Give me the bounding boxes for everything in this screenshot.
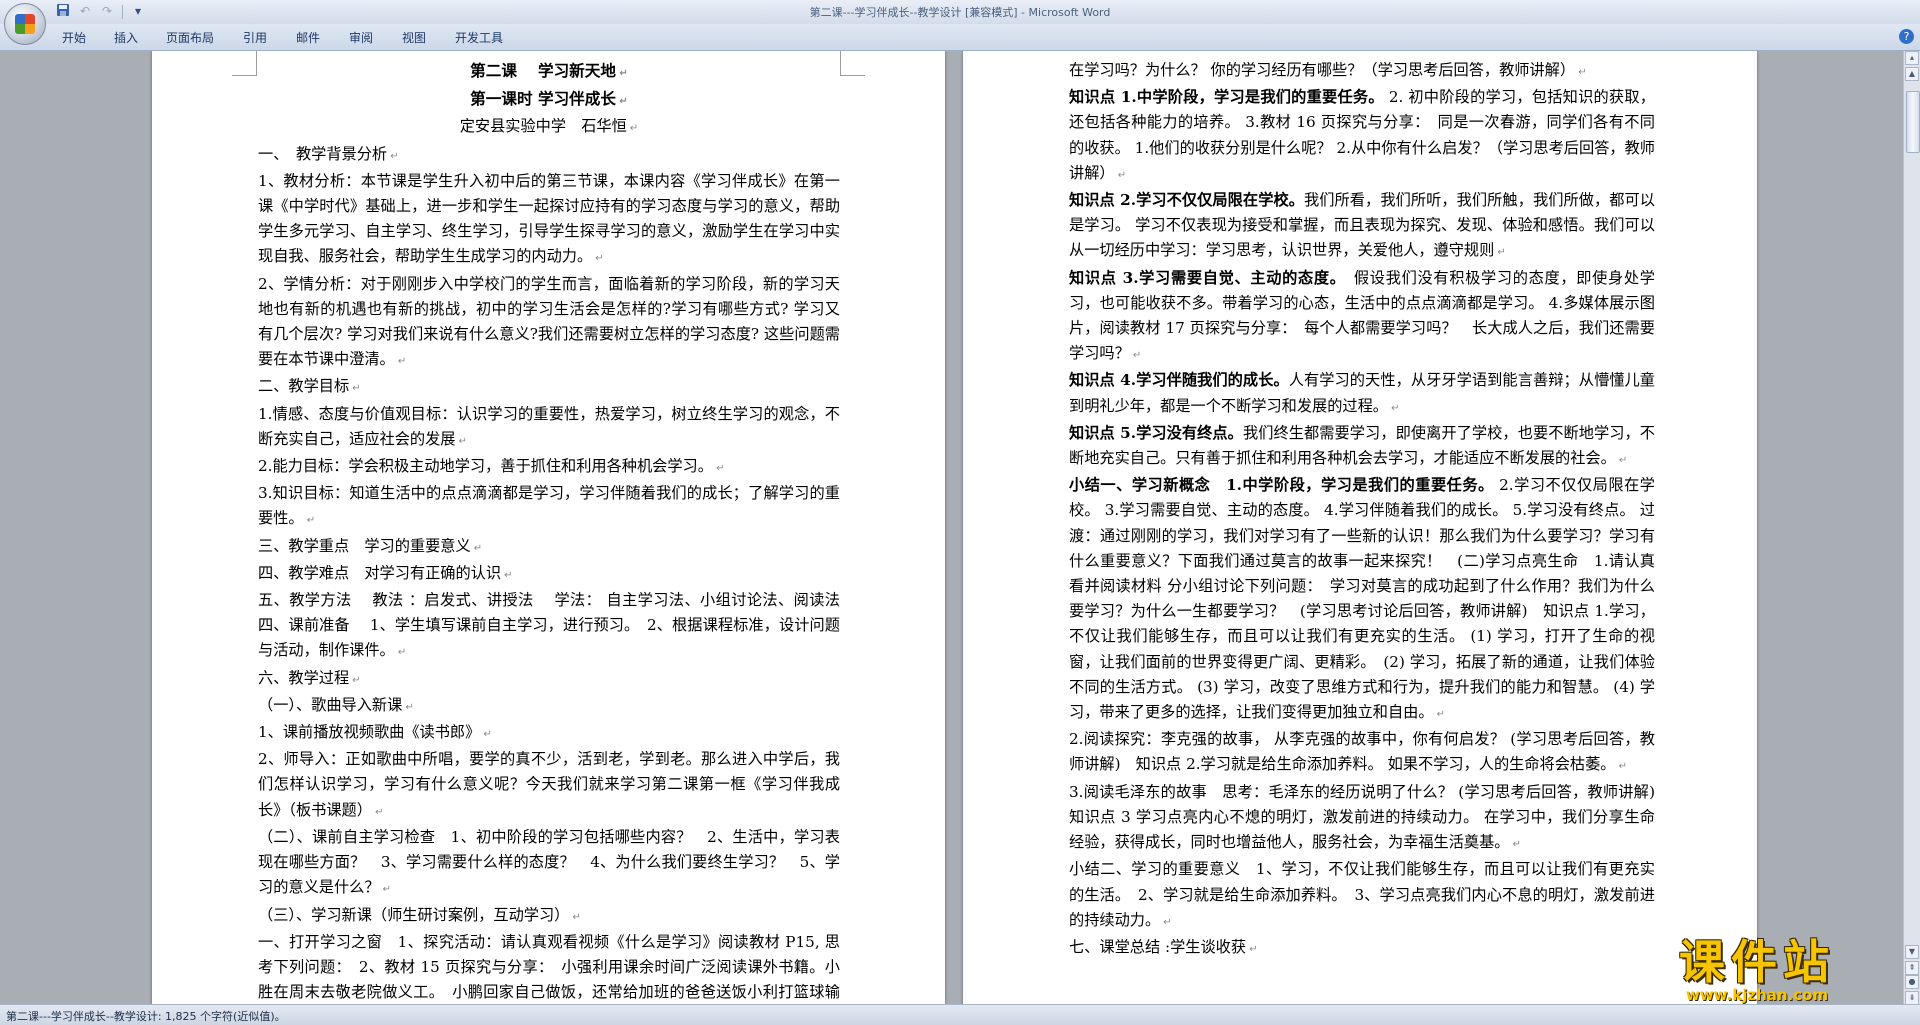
paragraph[interactable]: 1、课前播放视频歌曲《读书郎》 ↵ xyxy=(258,720,840,747)
status-bar: 第二课---学习伴成长--教学设计: 1,825 个字符(近似值)。 xyxy=(0,1004,1920,1025)
paragraph[interactable]: （二）、课前自主学习检查 1、初中阶段的学习包括哪些内容？ 2、生活中，学习表现… xyxy=(258,825,840,903)
help-icon[interactable]: ? xyxy=(1899,29,1914,44)
ribbon-tab-bar: 开始 插入 页面布局 引用 邮件 审阅 视图 开发工具 ? xyxy=(0,24,1920,51)
paragraph[interactable]: 知识点 5.学习没有终点。我们终生都需要学习，即使离开了学校，也要不断地学习，不… xyxy=(1069,421,1655,473)
tab-home[interactable]: 开始 xyxy=(62,29,86,46)
margin-corner-mark xyxy=(232,51,257,76)
paragraph[interactable]: 六、教学过程 ↵ xyxy=(258,666,840,693)
office-button[interactable] xyxy=(4,3,46,45)
page-left[interactable]: 第二课 学习新天地 ↵ 第一课时 学习伴成长 ↵ 定安县实验中学 石华恒 ↵ 一、 教… xyxy=(152,51,945,1005)
scroll-down-icon[interactable]: ▼ xyxy=(1905,945,1919,959)
vertical-scrollbar[interactable]: ▴ ▲ ▼ ⇞ ● ⇟ xyxy=(1903,51,1920,1005)
paragraph[interactable]: 2、师导入：正如歌曲中所唱，要学的真不少，活到老，学到老。那么进入中学后，我们怎… xyxy=(258,747,840,825)
paragraph[interactable]: 2.能力目标：学会积极主动地学习，善于抓住和利用各种机会学习。 ↵ xyxy=(258,454,840,481)
paragraph[interactable]: 知识点 3.学习需要自觉、主动的态度。 假设我们没有积极学习的态度，即使身处学习… xyxy=(1069,266,1655,369)
paragraph[interactable]: 第二课 学习新天地 ↵ xyxy=(258,58,840,86)
paragraph[interactable]: 2、学情分析：对于刚刚步入中学校门的学生而言，面临着新的学习阶段，新的学习天地也… xyxy=(258,272,840,375)
tab-view[interactable]: 视图 xyxy=(402,29,426,46)
paragraph[interactable]: 定安县实验中学 石华恒 ↵ xyxy=(258,114,840,141)
paragraph[interactable]: 在学习吗？为什么？ 你的学习经历有哪些？（学习思考后回答，教师讲解） ↵ xyxy=(1069,58,1655,85)
previous-page-icon[interactable]: ⇞ xyxy=(1905,961,1919,975)
ruler-toggle-icon[interactable]: ▴ xyxy=(1905,51,1919,65)
tab-mailings[interactable]: 邮件 xyxy=(296,29,320,46)
paragraph[interactable]: 知识点 2.学习不仅仅局限在学校。我们所看，我们所听，我们所触，我们所做，都可以… xyxy=(1069,188,1655,266)
paragraph[interactable]: 七、课堂总结 :学生谈收获 ↵ xyxy=(1069,935,1655,962)
document-area[interactable]: 第二课 学习新天地 ↵ 第一课时 学习伴成长 ↵ 定安县实验中学 石华恒 ↵ 一、 教… xyxy=(0,51,1904,1005)
page-right[interactable]: 在学习吗？为什么？ 你的学习经历有哪些？（学习思考后回答，教师讲解） ↵ 知识点 … xyxy=(963,51,1757,1005)
paragraph[interactable]: 2.阅读探究：李克强的故事， 从李克强的故事中，你有何启发？ (学习思考后回答，… xyxy=(1069,727,1655,779)
paragraph[interactable]: 一、 教学背景分析 ↵ xyxy=(258,142,840,169)
paragraph[interactable]: 小结一、学习新概念 1.中学阶段，学习是我们的重要任务。 2.学习不仅仅局限在学… xyxy=(1069,473,1655,727)
paragraph[interactable]: 知识点 1.中学阶段，学习是我们的重要任务。 2. 初中阶段的学习，包括知识的获… xyxy=(1069,85,1655,188)
paragraph[interactable]: 3.知识目标：知道生活中的点点滴滴都是学习，学习伴随着我们的成长；了解学习的重要… xyxy=(258,481,840,533)
status-text: 第二课---学习伴成长--教学设计: 1,825 个字符(近似值)。 xyxy=(6,1010,286,1023)
office-logo-icon xyxy=(15,14,35,34)
paragraph[interactable]: 知识点 4.学习伴随我们的成长。人有学习的天性，从牙牙学语到能言善辩；从懵懂儿童… xyxy=(1069,368,1655,420)
margin-corner-mark xyxy=(840,51,865,76)
next-page-icon[interactable]: ⇟ xyxy=(1905,991,1919,1005)
browse-object-icon[interactable]: ● xyxy=(1905,975,1919,989)
page-right-text[interactable]: 在学习吗？为什么？ 你的学习经历有哪些？（学习思考后回答，教师讲解） ↵ 知识点 … xyxy=(1069,58,1670,962)
window-title: 第二课---学习伴成长--教学设计 [兼容模式] - Microsoft Wor… xyxy=(809,6,1111,19)
paragraph[interactable]: 第一课时 学习伴成长 ↵ xyxy=(258,86,840,114)
paragraph[interactable]: （三）、学习新课（师生研讨案例，互动学习） ↵ xyxy=(258,903,840,930)
paragraph[interactable]: 三、教学重点 学习的重要意义 ↵ xyxy=(258,534,840,561)
paragraph[interactable]: 四、教学难点 对学习有正确的认识 ↵ xyxy=(258,561,840,588)
paragraph[interactable]: 1、教材分析：本节课是学生升入初中后的第三节课，本课内容《学习伴成长》在第一课《… xyxy=(258,169,840,272)
paragraph[interactable]: 3.阅读毛泽东的故事 思考：毛泽东的经历说明了什么？ (学习思考后回答，教师讲解… xyxy=(1069,780,1670,858)
paragraph[interactable]: 五、教学方法 教法 ：启发式、讲授法 学法： 自主学习法、小组讨论法、阅读法四、… xyxy=(258,588,840,666)
paragraph[interactable]: 二、教学目标 ↵ xyxy=(258,374,840,401)
scroll-thumb[interactable] xyxy=(1906,91,1920,153)
tab-review[interactable]: 审阅 xyxy=(349,29,373,46)
paragraph[interactable]: 小结二、学习的重要意义 1、学习，不仅让我们能够生存，而且可以让我们有更充实的生… xyxy=(1069,857,1655,935)
tab-insert[interactable]: 插入 xyxy=(114,29,138,46)
paragraph[interactable]: 一、打开学习之窗 1、探究活动：请认真观看视频《什么是学习》阅读教材 P15, … xyxy=(258,930,840,1005)
paragraph[interactable]: （一）、歌曲导入新课 ↵ xyxy=(258,693,840,720)
paragraph[interactable]: 1.情感、态度与价值观目标：认识学习的重要性，热爱学习，树立终生学习的观念，不断… xyxy=(258,402,840,454)
tab-page-layout[interactable]: 页面布局 xyxy=(166,29,214,46)
tab-references[interactable]: 引用 xyxy=(243,29,267,46)
scroll-up-icon[interactable]: ▲ xyxy=(1905,67,1919,81)
title-bar: ↶ ↷ ▾ 第二课---学习伴成长--教学设计 [兼容模式] - Microso… xyxy=(0,0,1920,25)
page-left-text[interactable]: 第二课 学习新天地 ↵ 第一课时 学习伴成长 ↵ 定安县实验中学 石华恒 ↵ 一、 教… xyxy=(258,58,840,1005)
tab-developer[interactable]: 开发工具 xyxy=(455,29,503,46)
